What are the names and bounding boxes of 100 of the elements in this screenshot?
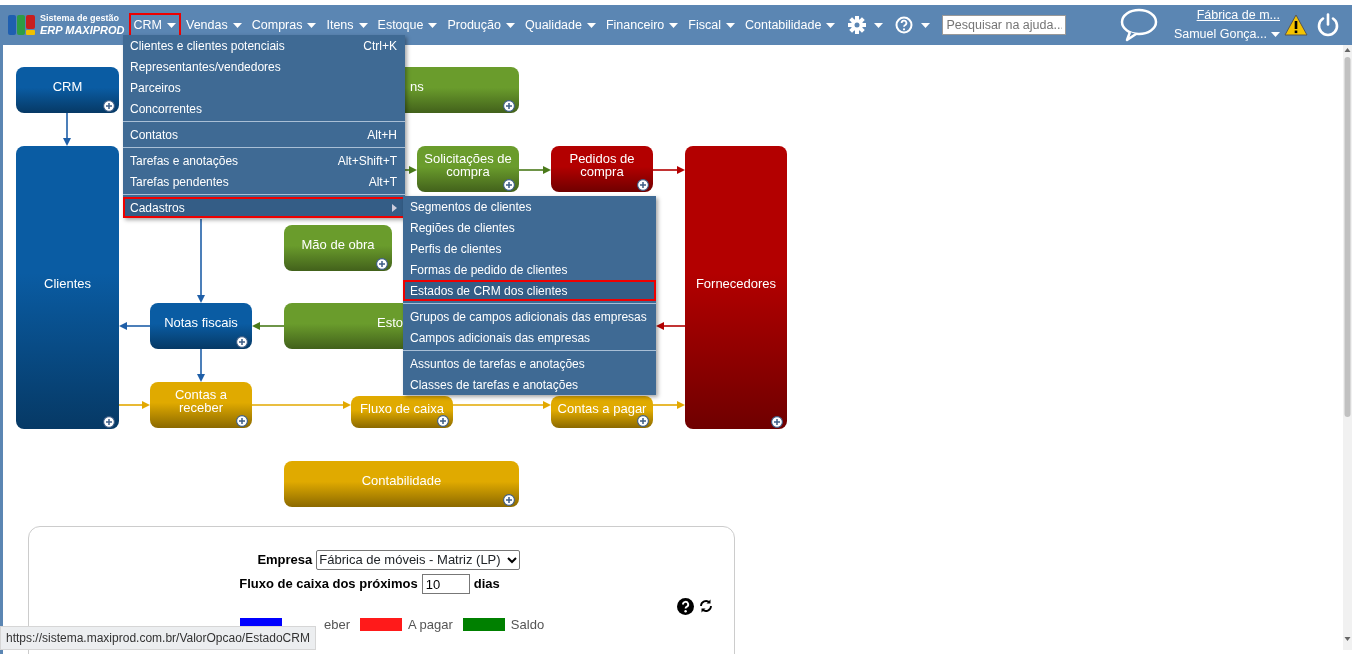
warning-icon[interactable] [1284, 14, 1308, 36]
arrow [118, 401, 150, 409]
company-link[interactable]: Fábrica de m... [1196, 6, 1280, 25]
chevron-down-icon [506, 556, 517, 564]
diagram-node[interactable]: CRM [16, 67, 119, 113]
add-icon[interactable] [103, 416, 115, 428]
settings-icon [848, 16, 867, 34]
arrow [252, 322, 285, 330]
diagram-node[interactable]: ns [405, 67, 519, 113]
refresh-icon[interactable] [698, 598, 714, 614]
caret-icon [669, 22, 679, 28]
power-icon [1316, 13, 1340, 37]
add-icon[interactable] [236, 415, 248, 427]
diagram-node[interactable]: Solicitações de compra [417, 146, 519, 192]
diagram-node[interactable]: Esto [284, 303, 403, 349]
menu-item[interactable]: Regiões de clientes [403, 217, 656, 238]
add-icon[interactable] [236, 336, 248, 348]
logo-subtitle: Sistema de gestão [40, 13, 121, 24]
menu-item[interactable]: Representantes/vendedores [123, 56, 405, 77]
menu-item[interactable]: Estados de CRM dos clientes [403, 280, 656, 301]
menu-item[interactable]: Grupos de campos adicionais das empresas [403, 306, 656, 327]
logo-title: ERP MAXIPROD [40, 24, 125, 37]
node-label: Notas fiscais [164, 315, 238, 329]
menu-item[interactable]: Segmentos de clientes [403, 196, 656, 217]
chat-bubble-icon [1119, 8, 1158, 42]
help-icon [895, 16, 914, 34]
caret-icon [921, 22, 931, 28]
menu-item[interactable]: Concorrentes [123, 98, 405, 119]
menu-item[interactable]: Contatos Alt+H [123, 124, 405, 145]
power-button[interactable] [1316, 13, 1340, 37]
menu-item[interactable]: Classes de tarefas e anotações [403, 374, 656, 395]
add-icon[interactable] [503, 179, 515, 191]
node-label: Contas a pagar [557, 401, 647, 415]
search-field[interactable]: Pesquisar na ajuda... [942, 15, 1067, 35]
add-icon[interactable] [637, 415, 649, 427]
menu-item[interactable]: Qualidade [519, 12, 601, 38]
menu-item[interactable]: Campos adicionais das empresas [403, 327, 656, 348]
menu-item[interactable]: Produção [442, 12, 520, 38]
chat-button[interactable] [1119, 8, 1158, 42]
menu-item[interactable]: Formas de pedido de clientes [403, 259, 656, 280]
field-label: dias [473, 575, 500, 594]
menu-item[interactable]: Vendas [181, 12, 247, 38]
add-icon[interactable] [376, 258, 388, 270]
menu-item[interactable]: Compras [246, 12, 322, 38]
legend-label: eber [324, 616, 351, 634]
node-label: Fluxo de caixa [360, 401, 444, 415]
company-select[interactable]: Fábrica de móveis - Matriz (LP) [316, 550, 520, 570]
node-label: Contabilidade [361, 473, 442, 487]
field-label: Empresa [257, 551, 313, 570]
menu-item[interactable]: Tarefas e anotações Alt+Shift+T [123, 150, 405, 171]
node-label: Clientes [44, 277, 91, 290]
menu-item[interactable]: Cadastros [123, 197, 405, 218]
arrow [656, 322, 686, 330]
arrow [652, 166, 685, 174]
logo-icon [8, 13, 36, 37]
arrow [402, 166, 417, 174]
caret-icon [586, 22, 596, 28]
diagram-node[interactable]: Notas fiscais [150, 303, 252, 349]
caret-icon [428, 22, 438, 28]
legend-label: Saldo [510, 616, 545, 634]
menu-item[interactable]: Fiscal [683, 12, 740, 38]
add-icon[interactable] [503, 100, 515, 112]
add-icon[interactable] [771, 416, 783, 428]
dropdown-toggle-button[interactable] [874, 22, 884, 28]
node-label: Contas a receber [173, 388, 228, 414]
dropdown-toggle-button[interactable] [921, 22, 931, 28]
caret-icon [1271, 31, 1280, 37]
add-icon[interactable] [437, 415, 449, 427]
arrow [63, 112, 71, 146]
menu-item[interactable]: Parceiros [123, 77, 405, 98]
shortcut-text: Alt+Shift+T [337, 152, 397, 170]
diagram-node[interactable]: Clientes [16, 146, 119, 429]
menu-item[interactable]: Perfis de clientes [403, 238, 656, 259]
add-icon[interactable] [503, 494, 515, 506]
menu-item[interactable]: Contabilidade [740, 12, 841, 38]
node-label: Fornecedores [695, 277, 777, 290]
help-icon[interactable] [677, 598, 694, 615]
caret-icon [726, 22, 735, 28]
diagram-node[interactable]: Fornecedores [685, 146, 787, 429]
add-icon[interactable] [103, 100, 115, 112]
settings-button[interactable] [848, 16, 867, 34]
add-icon[interactable] [637, 179, 649, 191]
menu-item[interactable]: Clientes e clientes potenciais Ctrl+K [123, 35, 405, 56]
status-url: https://sistema.maxiprod.com.br/ValorOpcao/EstadoCRM [0, 626, 316, 650]
diagram-node[interactable]: Mão de obra [284, 225, 392, 271]
shortcut-text: Alt+T [368, 173, 397, 191]
help-button[interactable] [895, 16, 914, 34]
user-menu-button[interactable]: Samuel Gonça... [1173, 25, 1280, 44]
menu-item[interactable]: Itens [321, 12, 373, 38]
field-label: Fluxo de caixa dos próximos [239, 575, 418, 594]
node-label: Pedidos de compra [568, 152, 636, 178]
menu-item[interactable]: Estoque [372, 12, 443, 38]
diagram-node[interactable]: Pedidos de compra [551, 146, 653, 192]
menu-item[interactable]: Tarefas pendentes Alt+T [123, 171, 405, 192]
caret-icon [232, 22, 242, 28]
caret-icon [167, 22, 176, 28]
menu-item[interactable]: Assuntos de tarefas e anotações [403, 353, 656, 374]
days-field[interactable]: 10 [421, 574, 470, 594]
arrow [518, 166, 551, 174]
menu-item[interactable]: Financeiro [600, 12, 684, 38]
